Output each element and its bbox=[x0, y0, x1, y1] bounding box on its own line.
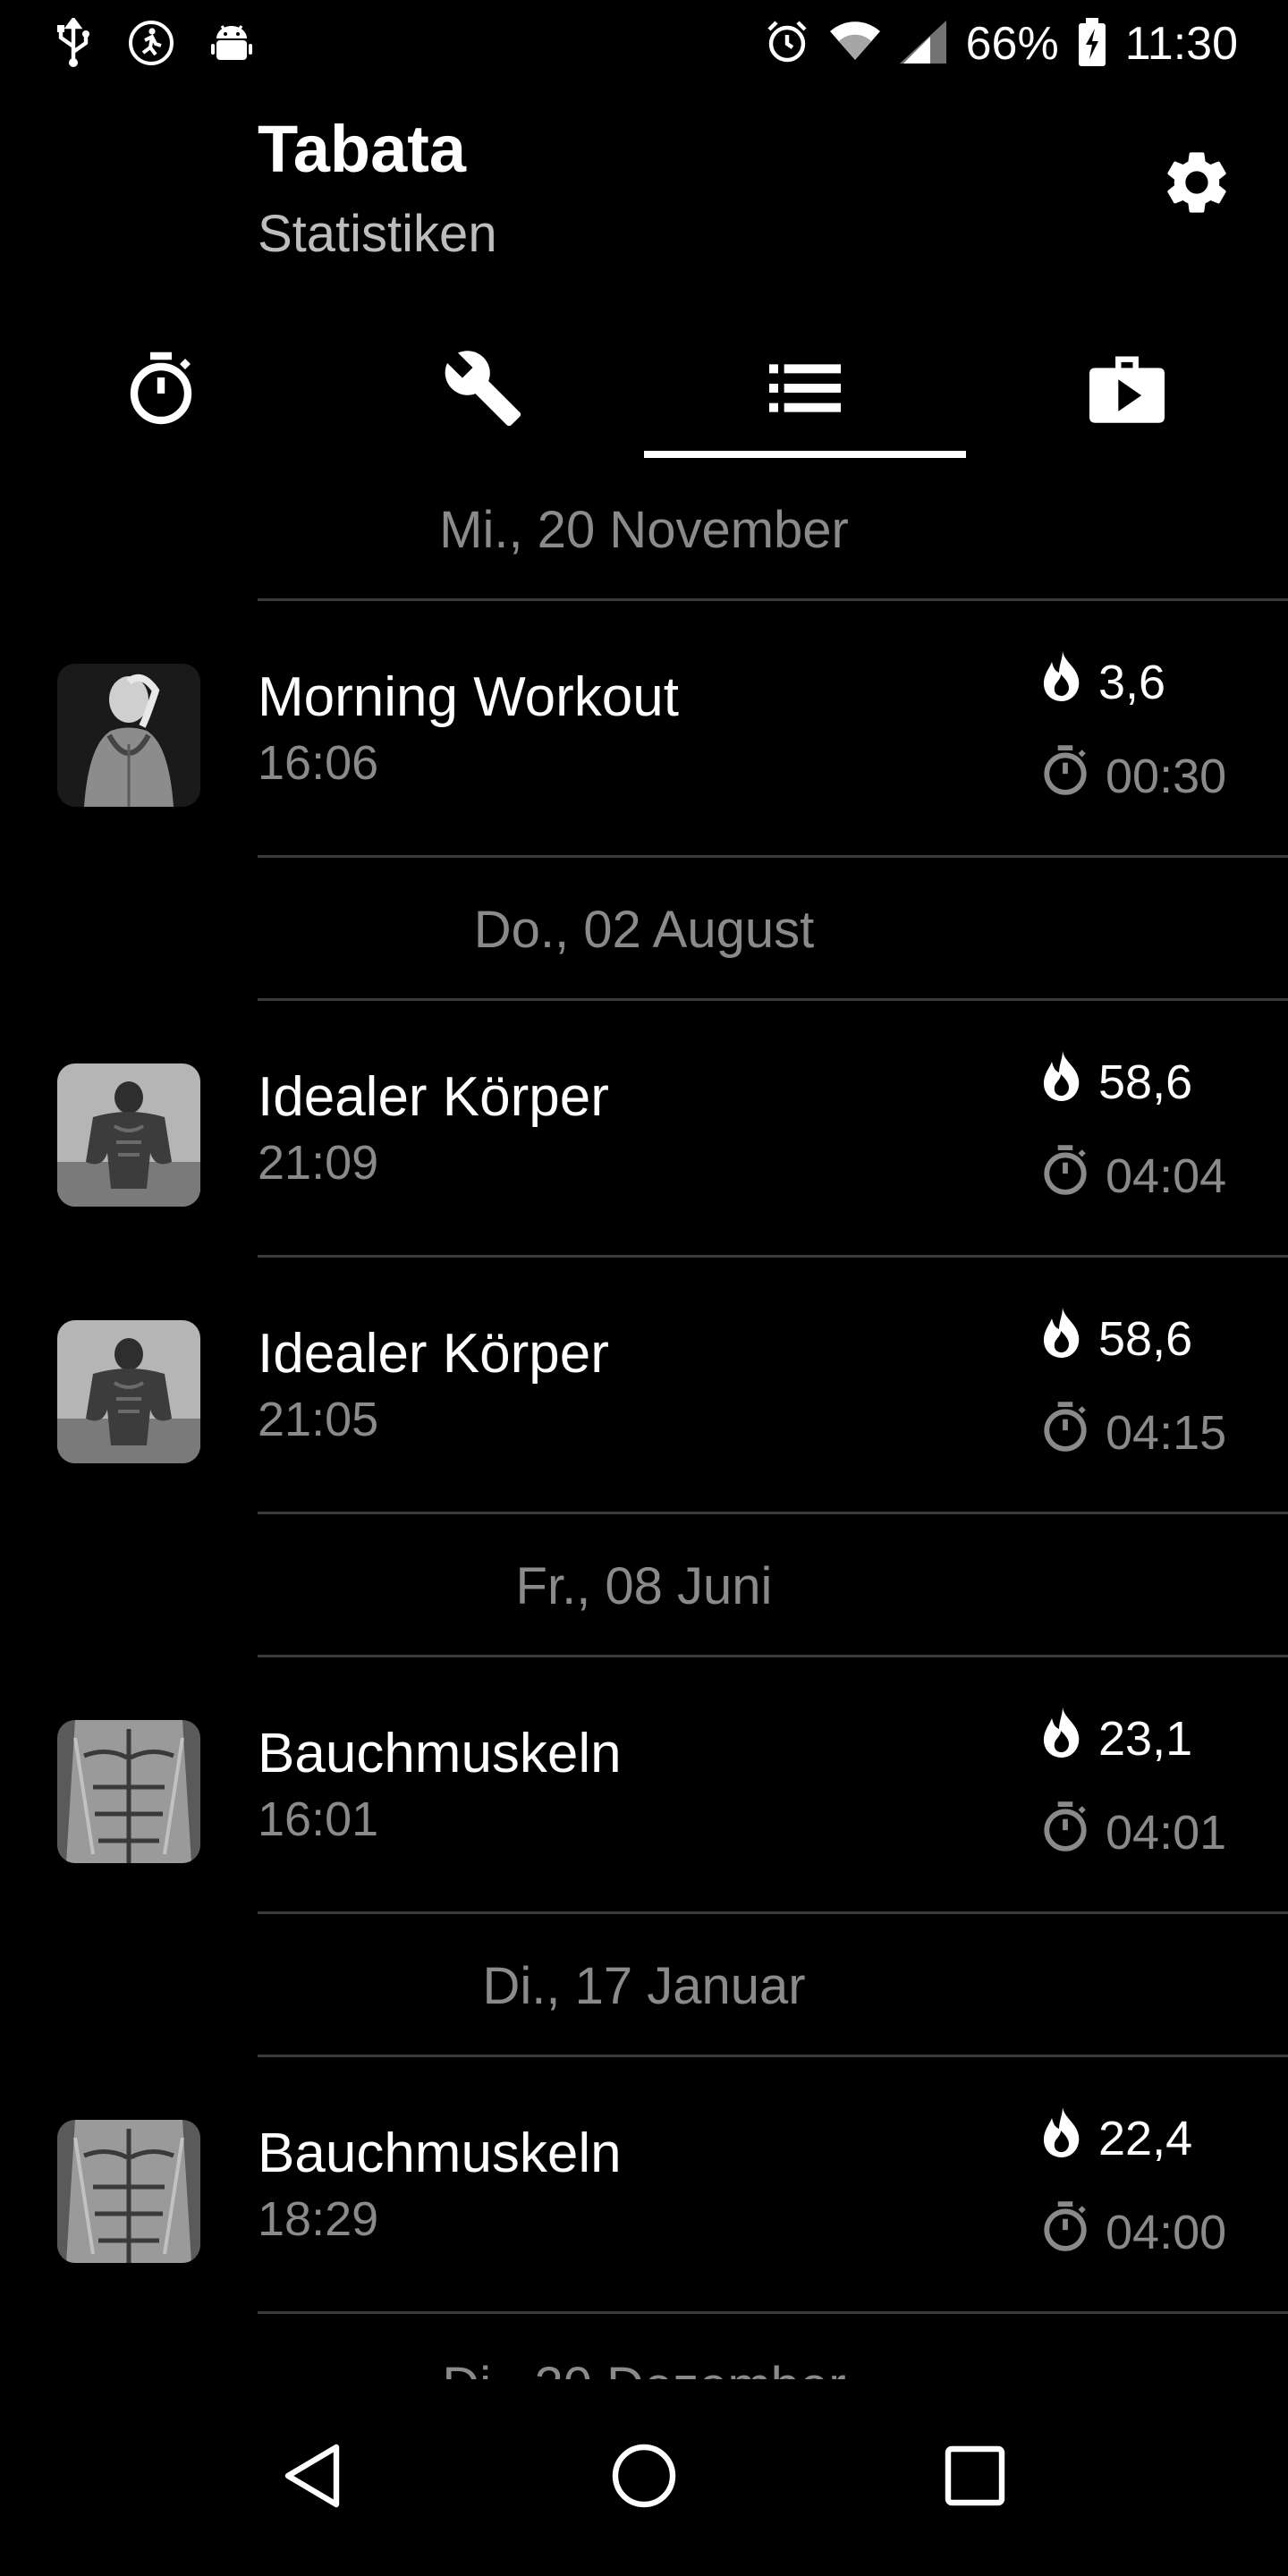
flame-icon bbox=[1041, 1308, 1082, 1369]
stopwatch-icon bbox=[126, 351, 196, 430]
workout-thumbnail bbox=[57, 1063, 200, 1207]
android-debug-icon bbox=[209, 21, 254, 70]
app-header: Tabata Statistiken bbox=[0, 86, 1288, 318]
stopwatch-icon bbox=[1041, 1144, 1089, 1208]
calories-value: 3,6 bbox=[1098, 655, 1166, 709]
recents-button[interactable] bbox=[921, 2424, 1029, 2531]
page-subtitle: Statistiken bbox=[258, 205, 497, 263]
duration-value: 04:15 bbox=[1106, 1405, 1227, 1460]
workout-calories: 23,1 bbox=[1041, 1707, 1192, 1769]
calories-value: 22,4 bbox=[1098, 2111, 1193, 2165]
duration-value: 04:00 bbox=[1106, 2205, 1227, 2259]
workout-duration: 04:04 bbox=[1041, 1144, 1226, 1208]
stopwatch-icon bbox=[1041, 1401, 1089, 1464]
workout-item[interactable]: Idealer Körper 21:09 58,6 04:04 bbox=[0, 1001, 1288, 1258]
workout-thumbnail bbox=[57, 1720, 200, 1863]
usb-icon bbox=[54, 16, 93, 72]
flame-icon bbox=[1041, 1707, 1082, 1769]
gear-icon bbox=[1159, 145, 1234, 225]
flame-icon bbox=[1041, 651, 1082, 713]
workout-time: 21:09 bbox=[258, 1136, 379, 1190]
workout-name: Bauchmuskeln bbox=[258, 1723, 622, 1784]
wrench-icon bbox=[442, 347, 524, 434]
tab-bar bbox=[0, 322, 1288, 458]
tab-timer[interactable] bbox=[0, 322, 322, 458]
workout-thumbnail bbox=[57, 1320, 200, 1463]
wifi-icon bbox=[829, 21, 880, 68]
navigation-bar bbox=[0, 2379, 1288, 2576]
workout-name: Bauchmuskeln bbox=[258, 2123, 622, 2184]
date-label: Di., 17 Januar bbox=[482, 1956, 806, 2015]
tab-settings-tools[interactable] bbox=[322, 322, 644, 458]
calories-value: 23,1 bbox=[1098, 1711, 1193, 1766]
battery-level: 66% bbox=[965, 18, 1059, 70]
duration-value: 04:04 bbox=[1106, 1148, 1227, 1203]
workout-time: 18:29 bbox=[258, 2192, 379, 2246]
stopwatch-icon bbox=[1041, 2200, 1089, 2264]
workout-time: 21:05 bbox=[258, 1393, 379, 1446]
workout-calories: 22,4 bbox=[1041, 2107, 1192, 2169]
calories-value: 58,6 bbox=[1098, 1311, 1193, 1366]
workout-thumbnail bbox=[57, 2120, 200, 2263]
signal-icon bbox=[899, 20, 946, 68]
date-label: Fr., 08 Juni bbox=[515, 1556, 773, 1615]
back-icon bbox=[279, 2442, 347, 2514]
flame-icon bbox=[1041, 1051, 1082, 1113]
workout-thumbnail bbox=[57, 664, 200, 807]
tab-workouts[interactable] bbox=[966, 322, 1288, 458]
date-header: Mi., 20 November bbox=[0, 458, 1288, 601]
video-briefcase-icon bbox=[1089, 352, 1165, 428]
home-icon bbox=[610, 2442, 678, 2514]
workout-item[interactable]: Morning Workout 16:06 3,6 00:30 bbox=[0, 601, 1288, 858]
workout-calories: 3,6 bbox=[1041, 651, 1165, 713]
workout-duration: 04:01 bbox=[1041, 1801, 1226, 1864]
workout-duration: 00:30 bbox=[1041, 744, 1226, 808]
settings-button[interactable] bbox=[1152, 140, 1241, 229]
app-title: Tabata bbox=[258, 112, 467, 186]
date-label: Do., 02 August bbox=[473, 900, 815, 959]
stopwatch-icon bbox=[1041, 744, 1089, 808]
workout-duration: 04:15 bbox=[1041, 1401, 1226, 1464]
duration-value: 00:30 bbox=[1106, 749, 1227, 803]
workout-name: Idealer Körper bbox=[258, 1066, 609, 1128]
workout-item[interactable]: Bauchmuskeln 18:29 22,4 04:00 bbox=[0, 2057, 1288, 2314]
flame-icon bbox=[1041, 2107, 1082, 2169]
stopwatch-icon bbox=[1041, 1801, 1089, 1864]
status-bar: 66% 11:30 bbox=[0, 0, 1288, 86]
workout-duration: 04:00 bbox=[1041, 2200, 1226, 2264]
back-button[interactable] bbox=[259, 2424, 367, 2531]
date-header: Do., 02 August bbox=[0, 858, 1288, 1001]
workout-calories: 58,6 bbox=[1041, 1051, 1192, 1113]
date-header: Fr., 08 Juni bbox=[0, 1514, 1288, 1657]
alarm-icon bbox=[764, 19, 810, 70]
workout-time: 16:06 bbox=[258, 736, 379, 790]
workout-name: Morning Workout bbox=[258, 666, 679, 728]
list-icon bbox=[769, 361, 841, 419]
workout-time: 16:01 bbox=[258, 1792, 379, 1846]
recents-icon bbox=[943, 2444, 1007, 2512]
battery-charging-icon bbox=[1078, 17, 1106, 71]
activity-icon bbox=[127, 19, 175, 72]
home-button[interactable] bbox=[590, 2424, 698, 2531]
workout-calories: 58,6 bbox=[1041, 1308, 1192, 1369]
tab-statistics[interactable] bbox=[644, 322, 966, 458]
date-header: Di., 17 Januar bbox=[0, 1914, 1288, 2057]
workout-item[interactable]: Idealer Körper 21:05 58,6 04:15 bbox=[0, 1258, 1288, 1514]
date-label: Di., 20 Dezember bbox=[258, 2314, 1288, 2380]
date-header: Di., 20 Dezember bbox=[0, 2314, 1288, 2380]
calories-value: 58,6 bbox=[1098, 1055, 1193, 1109]
date-label: Mi., 20 November bbox=[439, 500, 849, 559]
workout-name: Idealer Körper bbox=[258, 1323, 609, 1385]
clock-time: 11:30 bbox=[1124, 18, 1238, 70]
workout-history-list[interactable]: Mi., 20 November Morning Workout 16:06 3… bbox=[0, 458, 1288, 2379]
duration-value: 04:01 bbox=[1106, 1805, 1227, 1860]
workout-item[interactable]: Bauchmuskeln 16:01 23,1 04:01 bbox=[0, 1657, 1288, 1914]
